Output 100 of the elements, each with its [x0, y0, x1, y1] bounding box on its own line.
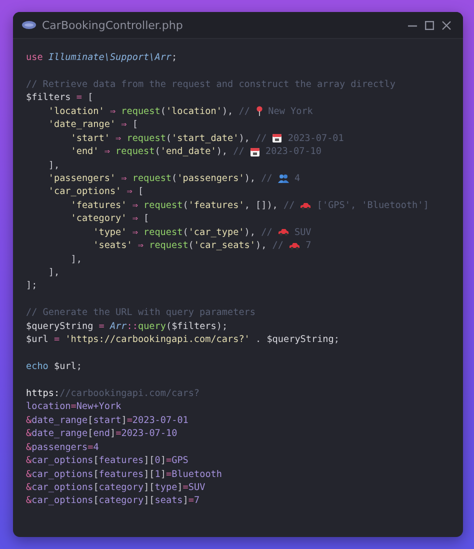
function-call: query — [138, 320, 166, 334]
punctuation: ( — [166, 132, 172, 146]
variable: $queryString — [266, 333, 334, 347]
operator: = — [166, 454, 172, 468]
operator: = — [182, 481, 188, 494]
car-icon — [300, 202, 312, 210]
operator: = — [75, 91, 83, 105]
string-literal: 'car_type' — [188, 226, 244, 240]
query-text: GPS — [172, 454, 188, 468]
class-name: Arr — [110, 320, 127, 334]
function-call: request — [121, 104, 160, 118]
punctuation: ), — [238, 132, 250, 146]
string-literal: 'passengers' — [177, 172, 244, 186]
operator: & — [26, 468, 32, 482]
string-literal: 'location' — [166, 104, 222, 118]
comment: // — [238, 104, 251, 118]
php-icon — [22, 21, 36, 29]
punctuation: ] — [160, 468, 166, 482]
query-text: type — [154, 481, 178, 494]
punctuation: ] — [177, 481, 183, 494]
comment: ['GPS', 'Bluetooth'] — [316, 198, 429, 212]
punctuation: ), — [216, 145, 228, 159]
punctuation: ( — [182, 198, 188, 212]
string-literal: 'category' — [70, 212, 127, 226]
comment: // — [254, 132, 268, 146]
operator: ⇒ — [126, 185, 134, 199]
punctuation: [ — [132, 118, 138, 132]
comment: 4 — [294, 172, 300, 186]
function-call: request — [116, 145, 155, 159]
query-text: 7 — [194, 494, 200, 508]
function-call: request — [144, 198, 183, 212]
comment: // — [232, 145, 246, 159]
punctuation: ], — [48, 266, 60, 280]
function-call: request — [126, 132, 166, 146]
string-literal: 'end' — [70, 145, 99, 159]
punctuation: ( — [166, 320, 172, 334]
comment: SUV — [293, 226, 312, 240]
close-icon[interactable] — [442, 20, 451, 30]
maximize-icon[interactable] — [425, 20, 434, 30]
punctuation: ] — [110, 427, 116, 441]
string-literal: 'features' — [188, 198, 244, 212]
query-text: features — [98, 454, 144, 468]
operator: ⇒ — [120, 172, 128, 186]
punctuation: [ — [88, 427, 94, 441]
punctuation: ][ — [144, 468, 155, 482]
punctuation: ], — [70, 252, 82, 266]
query-text: 1 — [154, 468, 160, 482]
operator: = — [88, 440, 94, 454]
string-literal: 'seats' — [93, 239, 132, 253]
function-call: request — [149, 239, 188, 253]
query-text: features — [98, 468, 144, 482]
pin-icon — [256, 106, 263, 116]
comment: // — [260, 172, 274, 186]
comment: New York — [267, 104, 313, 118]
operator: = — [98, 320, 106, 334]
comment: 2023-07-10 — [264, 145, 322, 159]
punctuation: [ — [88, 91, 94, 105]
comment: //carbookingapi.com/cars? — [60, 386, 200, 400]
comment: // Generate the URL with query parameters — [26, 306, 256, 320]
operator: ⇒ — [136, 239, 145, 253]
string-literal: 'car_seats' — [194, 239, 256, 253]
operator: ⇒ — [131, 212, 139, 226]
query-text: passengers — [32, 440, 88, 454]
punctuation: ][ — [144, 494, 155, 508]
punctuation: ] — [160, 454, 166, 468]
calendar-icon — [250, 146, 260, 157]
query-text: category — [98, 494, 144, 508]
comment: // — [260, 226, 274, 240]
punctuation: ; — [334, 333, 340, 347]
query-text: car_options — [32, 468, 94, 482]
punctuation: ( — [188, 239, 194, 253]
string-literal: 'start_date' — [172, 132, 239, 146]
comment: 7 — [304, 239, 312, 253]
operator: ⇒ — [114, 132, 122, 146]
query-text: car_options — [32, 481, 94, 494]
operator: :: — [126, 320, 138, 334]
punctuation: [ — [138, 185, 144, 199]
query-text: category — [98, 481, 144, 494]
punctuation: ( — [160, 104, 166, 118]
punctuation: ( — [182, 226, 188, 240]
punctuation: ], — [48, 158, 60, 172]
keyword: echo — [26, 360, 50, 374]
calendar-icon — [272, 133, 282, 144]
operator: ⇒ — [120, 118, 128, 132]
comment: // — [282, 198, 296, 212]
operator: = — [126, 414, 132, 428]
punctuation: , []), — [244, 198, 278, 212]
punctuation: [ — [144, 212, 150, 226]
comment: // — [271, 239, 284, 253]
punctuation: ); — [216, 320, 228, 334]
variable: $url — [54, 360, 76, 374]
car-icon — [289, 242, 300, 250]
operator: ⇒ — [131, 226, 139, 240]
query-text: 2023-07-10 — [121, 427, 178, 441]
string-literal: 'features' — [70, 198, 127, 212]
punctuation: ), — [222, 104, 234, 118]
url-scheme: https: — [26, 386, 60, 400]
query-text: SUV — [188, 481, 206, 494]
query-text: Bluetooth — [172, 468, 222, 482]
operator: = — [116, 427, 122, 441]
